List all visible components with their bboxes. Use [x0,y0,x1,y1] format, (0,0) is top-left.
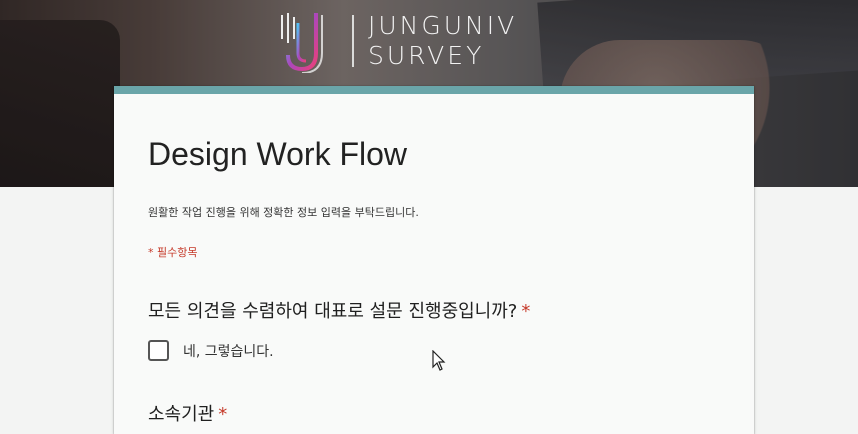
form-title: Design Work Flow [148,136,408,172]
required-asterisk: * [521,301,531,322]
question-label: 모든 의견을 수렴하여 대표로 설문 진행중입니까? [148,301,518,322]
option-label: 네, 그렇습니다. [183,343,274,360]
form-card: Design Work Flow 원활한 작업 진행을 위해 정확한 정보 입력… [114,86,754,434]
checkbox-option[interactable]: 네, 그렇습니다. [148,340,274,361]
question-representative: 모든 의견을 수렴하여 대표로 설문 진행중입니까? * [148,297,530,323]
question-affiliation: 소속기관 * [148,400,227,426]
form-description: 원활한 작업 진행을 위해 정확한 정보 입력을 부탁드립니다. [148,206,419,219]
required-asterisk: * [218,404,228,425]
question-label: 소속기관 [148,404,215,425]
required-note: * 필수항목 [148,246,198,259]
checkbox[interactable] [148,340,169,361]
brand-line1: JUNGUNIV [368,11,518,40]
brand-logo: JUNGUNIV SURVEY [278,8,517,74]
brand-line2: SURVEY [368,41,485,70]
mouse-pointer-icon [432,350,446,371]
brand-logo-icon [281,13,323,73]
